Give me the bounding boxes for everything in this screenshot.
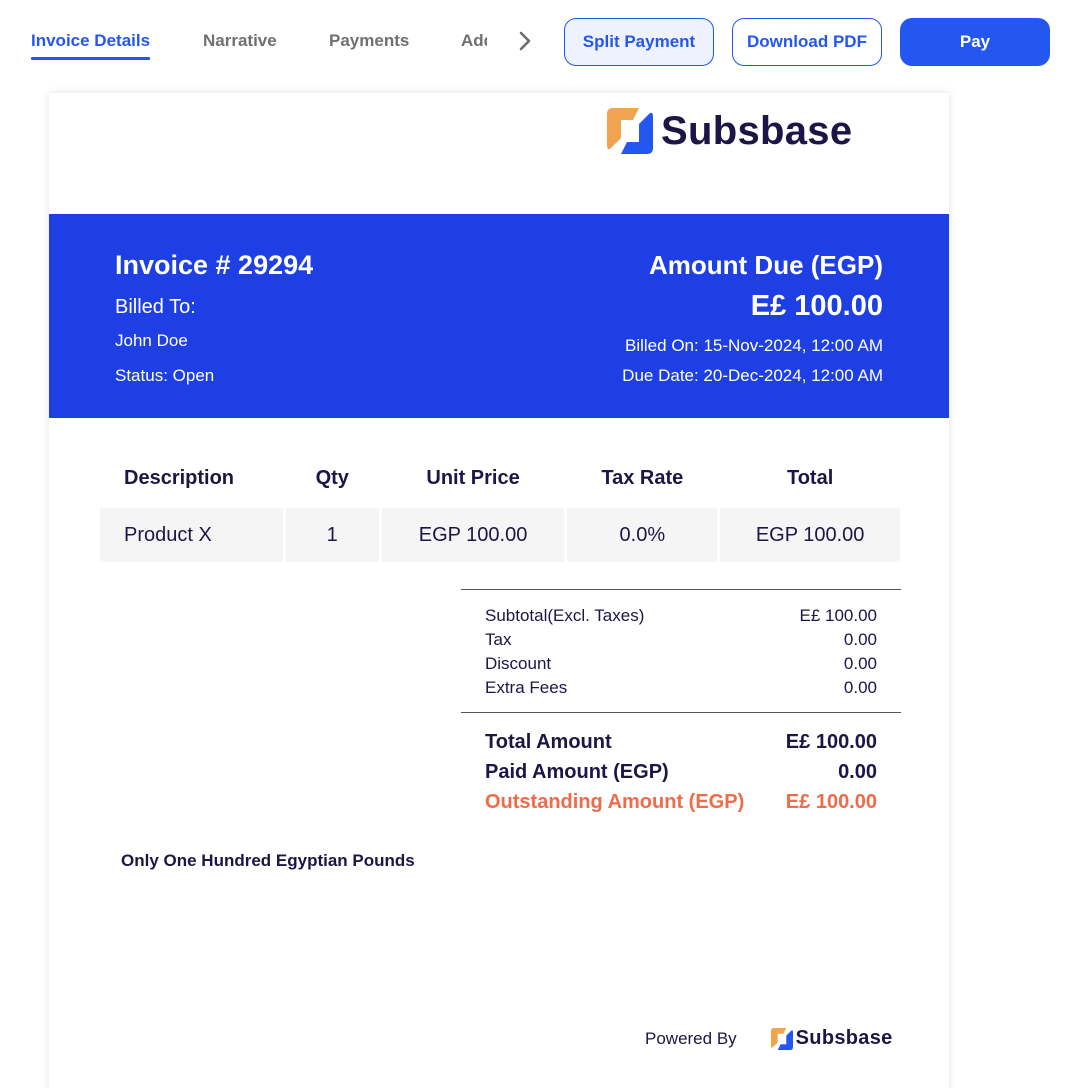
billed-to-label: Billed To:: [115, 296, 196, 318]
cell-description: Product X: [100, 508, 283, 562]
cell-tax-rate: 0.0%: [567, 508, 718, 562]
outstanding-amount: Outstanding Amount (EGP) E£ 100.00: [485, 787, 877, 817]
invoice-number: Invoice # 29294: [115, 250, 314, 280]
pay-button[interactable]: Pay: [900, 18, 1050, 66]
total-value: E£ 100.00: [785, 731, 877, 753]
subsbase-logo-icon: [607, 108, 653, 154]
top-bar: Invoice Details Narrative Payments Addit…: [0, 0, 1070, 84]
paid-amount: Paid Amount (EGP) 0.00: [485, 757, 877, 787]
billed-on-date: Billed On: 15-Nov-2024, 12:00 AM: [625, 336, 883, 355]
cell-unit-price: EGP 100.00: [381, 508, 565, 562]
powered-by: Powered By Subsbase: [645, 1027, 893, 1050]
summary-value: 0.00: [843, 654, 877, 673]
summary-lines: Subtotal(Excl. Taxes) E£ 100.00 Tax 0.00…: [461, 590, 901, 712]
summary-label: Extra Fees: [485, 678, 568, 697]
header-total: Total: [786, 466, 834, 489]
subsbase-logo-icon: [770, 1027, 793, 1050]
summary-label: Discount: [485, 654, 552, 673]
invoice-status: Status: Open: [115, 366, 215, 385]
amount-in-words: Only One Hundred Egyptian Pounds: [121, 851, 415, 870]
total-amount: Total Amount E£ 100.00: [485, 727, 877, 757]
download-pdf-button[interactable]: Download PDF: [732, 18, 882, 66]
outstanding-value: E£ 100.00: [785, 791, 877, 813]
due-date: Due Date: 20-Dec-2024, 12:00 AM: [622, 366, 883, 385]
tab-narrative[interactable]: Narrative: [203, 31, 277, 51]
summary-subtotal: Subtotal(Excl. Taxes) E£ 100.00: [485, 604, 877, 628]
tab-bar: Invoice Details Narrative Payments Addit…: [31, 0, 491, 84]
invoice-banner: Invoice # 29294 Billed To: John Doe Stat…: [49, 214, 949, 418]
invoice-card: Subsbase Invoice # 29294 Billed To: John…: [49, 93, 949, 1088]
summary-value: 0.00: [843, 678, 877, 697]
table-header: Description Qty Unit Price Tax Rate Tota…: [100, 453, 900, 503]
chevron-right-icon[interactable]: [514, 30, 536, 52]
paid-value: 0.00: [838, 761, 877, 783]
tab-additional[interactable]: Additional: [461, 31, 487, 51]
header-unit-price: Unit Price: [426, 466, 520, 489]
brand-logo: Subsbase: [607, 107, 852, 155]
cell-qty: 1: [285, 508, 379, 562]
summary-tax: Tax 0.00: [485, 628, 877, 652]
header-tax-rate: Tax Rate: [601, 466, 684, 489]
powered-by-label: Powered By: [645, 1028, 737, 1048]
table-row: Product X 1 EGP 100.00 0.0% EGP 100.00: [100, 508, 900, 562]
total-label: Total Amount: [485, 731, 612, 753]
amount-due-value: E£ 100.00: [750, 290, 883, 322]
paid-label: Paid Amount (EGP): [485, 761, 669, 783]
amount-due-label: Amount Due (EGP): [649, 250, 883, 280]
footer-logo: Subsbase: [770, 1027, 893, 1050]
summary-extra-fees: Extra Fees 0.00: [485, 676, 877, 700]
totals: Total Amount E£ 100.00 Paid Amount (EGP)…: [461, 713, 901, 817]
split-payment-button[interactable]: Split Payment: [564, 18, 714, 66]
summary-discount: Discount 0.00: [485, 652, 877, 676]
tab-payments[interactable]: Payments: [329, 31, 409, 51]
customer-name: John Doe: [115, 331, 188, 350]
footer-brand-name: Subsbase: [795, 1027, 893, 1049]
summary-value: E£ 100.00: [799, 606, 877, 625]
header-description: Description: [124, 466, 235, 489]
invoice-summary: Subtotal(Excl. Taxes) E£ 100.00 Tax 0.00…: [461, 589, 901, 817]
cell-total: EGP 100.00: [720, 508, 900, 562]
header-qty: Qty: [315, 466, 349, 489]
outstanding-label: Outstanding Amount (EGP): [485, 791, 745, 813]
summary-label: Subtotal(Excl. Taxes): [485, 606, 645, 625]
line-items-table: Description Qty Unit Price Tax Rate Tota…: [100, 453, 900, 562]
tab-invoice-details[interactable]: Invoice Details: [31, 31, 151, 60]
brand-name: Subsbase: [661, 108, 853, 153]
summary-label: Tax: [485, 630, 512, 649]
summary-value: 0.00: [843, 630, 877, 649]
